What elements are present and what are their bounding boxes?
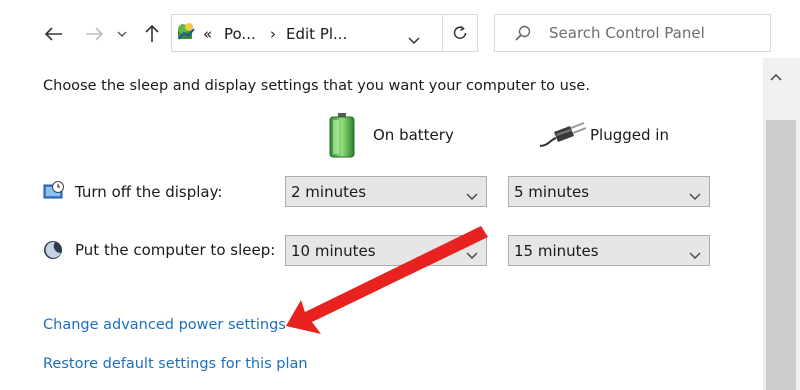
address-dropdown-icon[interactable] [408,30,420,49]
chevron-down-icon [689,245,701,264]
chevron-down-icon [466,245,478,264]
change-advanced-power-settings-link[interactable]: Change advanced power settings [43,317,286,333]
control-panel-icon [175,21,197,47]
forward-button[interactable] [82,22,106,46]
search-placeholder: Search Control Panel [549,24,705,42]
battery-icon [329,113,355,163]
breadcrumb-overflow[interactable]: « [203,25,212,43]
breadcrumb-edit-plan[interactable]: Edit Pl... [286,25,347,43]
search-input[interactable]: Search Control Panel [494,14,771,52]
sleep-battery-select[interactable]: 10 minutes [285,235,487,266]
chevron-down-icon [117,31,127,37]
back-arrow-icon [45,27,62,41]
up-arrow-icon [145,25,159,42]
breadcrumb-power-options[interactable]: Po... [224,25,256,43]
display-off-plugged-select[interactable]: 5 minutes [508,176,710,207]
column-on-battery: On battery [373,126,454,144]
recent-locations-button[interactable] [114,22,130,46]
sleep-plugged-select[interactable]: 15 minutes [508,235,710,266]
breadcrumb-separator: › [270,25,276,43]
search-icon [515,25,531,45]
selected-value: 15 minutes [514,242,599,260]
back-button[interactable] [42,22,66,46]
selected-value: 5 minutes [514,183,590,201]
scroll-up-button[interactable] [770,66,782,85]
column-plugged-in: Plugged in [590,126,669,144]
display-off-battery-select[interactable]: 2 minutes [285,176,487,207]
scrollbar-thumb[interactable] [766,120,796,390]
chevron-up-icon [770,73,782,81]
sleep-moon-icon [43,240,63,264]
display-timer-icon [43,181,65,205]
refresh-button[interactable] [442,14,478,52]
address-bar[interactable]: « Po... › Edit Pl... [171,14,443,52]
restore-default-settings-link[interactable]: Restore default settings for this plan [43,356,308,372]
selected-value: 2 minutes [291,183,367,201]
forward-arrow-icon [86,27,103,41]
sleep-setting-label: Put the computer to sleep: [75,241,276,259]
display-setting-label: Turn off the display: [75,183,223,201]
intro-text: Choose the sleep and display settings th… [43,78,590,94]
chevron-down-icon [466,186,478,205]
power-plug-icon [539,122,587,152]
selected-value: 10 minutes [291,242,376,260]
chevron-down-icon [689,186,701,205]
refresh-icon [453,25,466,39]
up-button[interactable] [140,22,164,46]
